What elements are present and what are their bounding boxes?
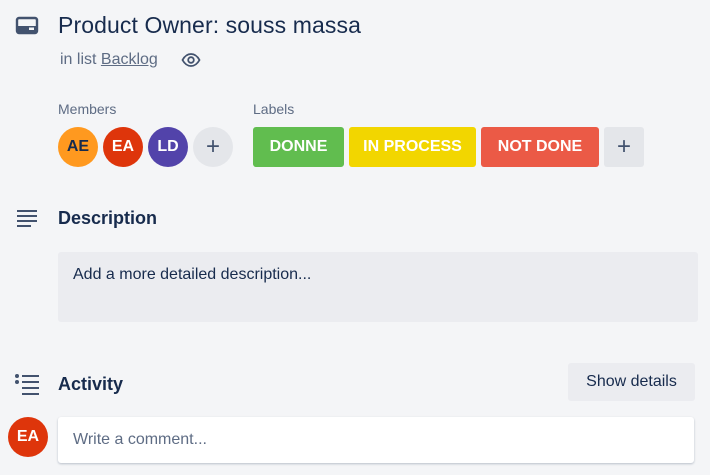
card-detail: Product Owner: souss massa in list Backl… [0,0,710,475]
label-in-process[interactable]: IN PROCESS [349,127,476,167]
member-avatar-ea[interactable]: EA [103,127,143,167]
labels-heading: Labels [253,101,295,117]
add-label-button[interactable]: + [604,127,644,167]
in-list-prefix: in list [60,51,97,68]
description-icon [15,207,39,227]
member-avatar-ld[interactable]: LD [148,127,188,167]
members-heading: Members [58,101,117,117]
member-avatar-ae[interactable]: AE [58,127,98,167]
add-member-button[interactable]: + [193,127,233,167]
activity-list-icon [13,373,41,395]
label-not-done[interactable]: NOT DONE [481,127,599,167]
show-details-button[interactable]: Show details [568,363,695,401]
label-donne[interactable]: DONNE [253,127,344,167]
comment-input[interactable] [58,417,694,463]
description-heading: Description [58,208,158,228]
current-user-avatar[interactable]: EA [8,417,48,457]
list-link[interactable]: Backlog [101,51,158,68]
activity-heading: Activity [58,374,124,394]
description-editor[interactable]: Add a more detailed description... [58,252,698,322]
eye-icon[interactable] [181,51,201,69]
card-title[interactable]: Product Owner: souss massa [58,12,361,39]
in-list-text: in list Backlog [60,51,158,69]
card-icon [15,16,39,36]
